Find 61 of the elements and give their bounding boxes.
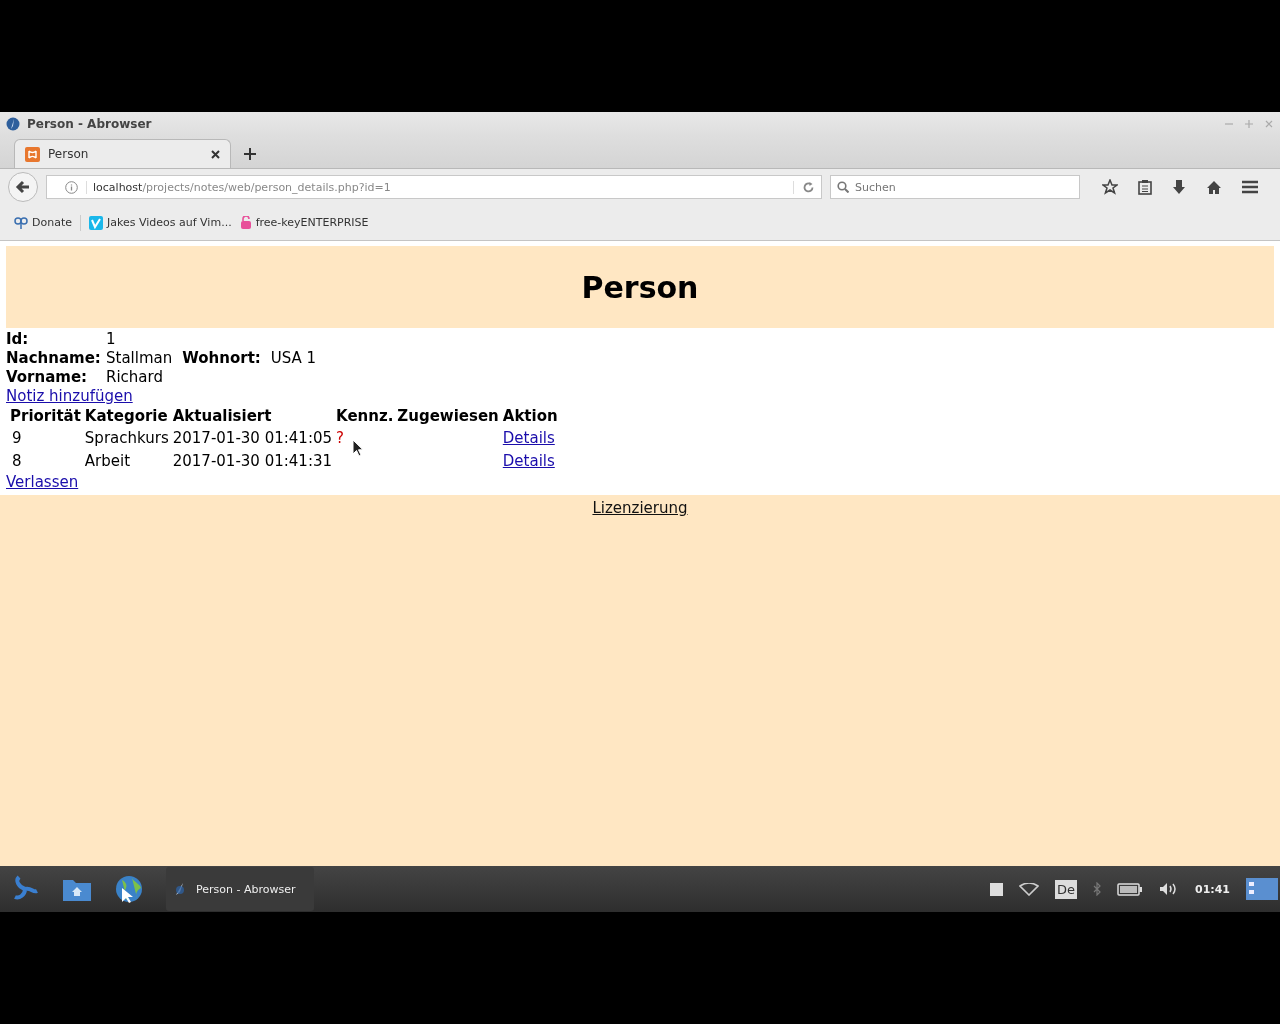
details-link[interactable]: Details <box>502 452 555 470</box>
field-label: Id: <box>6 330 30 349</box>
back-button[interactable] <box>8 172 38 202</box>
flag-mark: ? <box>336 429 344 447</box>
column-header: Kennz. <box>335 406 395 427</box>
battery-icon[interactable] <box>1117 882 1143 896</box>
browser-tab[interactable]: Person <box>14 139 231 168</box>
plus-icon[interactable] <box>243 147 257 161</box>
field-value: USA 1 <box>270 349 317 368</box>
column-header: Aktualisiert <box>171 406 273 427</box>
search-field[interactable]: Suchen <box>830 175 1080 199</box>
column-header: Zugewiesen <box>396 406 500 427</box>
address-field[interactable]: localhost/projects/notes/web/person_details.php?id=1 <box>46 175 822 199</box>
field-value: Richard <box>106 368 163 387</box>
page-heading: Person <box>581 269 699 305</box>
home-icon[interactable] <box>1206 179 1222 195</box>
table-cell-text: 2017-01-30 01:41:31 <box>171 451 334 472</box>
bookmark-item[interactable]: Jakes Videos auf Vim... <box>89 215 232 230</box>
reload-icon[interactable] <box>793 180 815 194</box>
clock: 01:41 <box>1195 882 1230 896</box>
license-link[interactable]: Lizenzierung <box>592 499 688 517</box>
star-icon[interactable] <box>1102 179 1118 195</box>
table-cell-text: 2017-01-30 01:41:05 <box>171 428 334 449</box>
table-cell-text: Arbeit <box>83 451 132 472</box>
field-label: Nachname: <box>6 349 102 368</box>
download-icon[interactable] <box>1172 179 1186 195</box>
add-note-link[interactable]: Notiz hinzufügen <box>6 387 133 405</box>
stop-icon[interactable] <box>989 882 1003 896</box>
bookmark-item[interactable]: Donate <box>14 216 72 229</box>
details-link[interactable]: Details <box>502 429 555 447</box>
window-title: Person - Abrowser <box>27 117 152 131</box>
close-icon[interactable] <box>211 149 220 159</box>
table-cell-text: 8 <box>11 451 23 472</box>
column-header: Aktion <box>501 406 559 427</box>
globe-icon[interactable] <box>114 874 144 904</box>
search-icon <box>837 181 849 193</box>
column-header: Kategorie <box>83 406 169 427</box>
bookmark-item[interactable]: free-keyENTERPRISE <box>239 215 369 230</box>
lock-icon <box>239 215 252 230</box>
mouse-cursor-icon <box>352 439 364 457</box>
field-label: Vorname: <box>6 368 89 387</box>
table-cell-text: Sprachkurs <box>83 428 170 449</box>
keyboard-layout-indicator[interactable]: De <box>1054 879 1077 899</box>
back-arrow-icon <box>15 179 31 195</box>
globe-icon <box>6 117 20 131</box>
column-header: Priorität <box>9 406 82 427</box>
info-icon <box>65 180 78 194</box>
taskbar-window-button[interactable]: Person - Abrowser <box>166 867 314 911</box>
field-label: Wohnort: <box>182 349 261 368</box>
field-value: 1 <box>106 330 116 349</box>
menu-icon[interactable] <box>1242 180 1258 194</box>
table-cell-text: 9 <box>11 428 23 449</box>
site-icon <box>25 146 40 162</box>
field-value: Stallman <box>106 349 173 368</box>
video-site-icon <box>89 215 103 230</box>
bluetooth-icon[interactable] <box>1093 882 1101 896</box>
clipboard-icon[interactable] <box>1138 179 1152 195</box>
wifi-icon[interactable] <box>1018 882 1039 896</box>
workspace-icon[interactable] <box>1246 878 1278 900</box>
exit-link[interactable]: Verlassen <box>6 473 79 491</box>
volume-icon[interactable] <box>1159 882 1179 896</box>
